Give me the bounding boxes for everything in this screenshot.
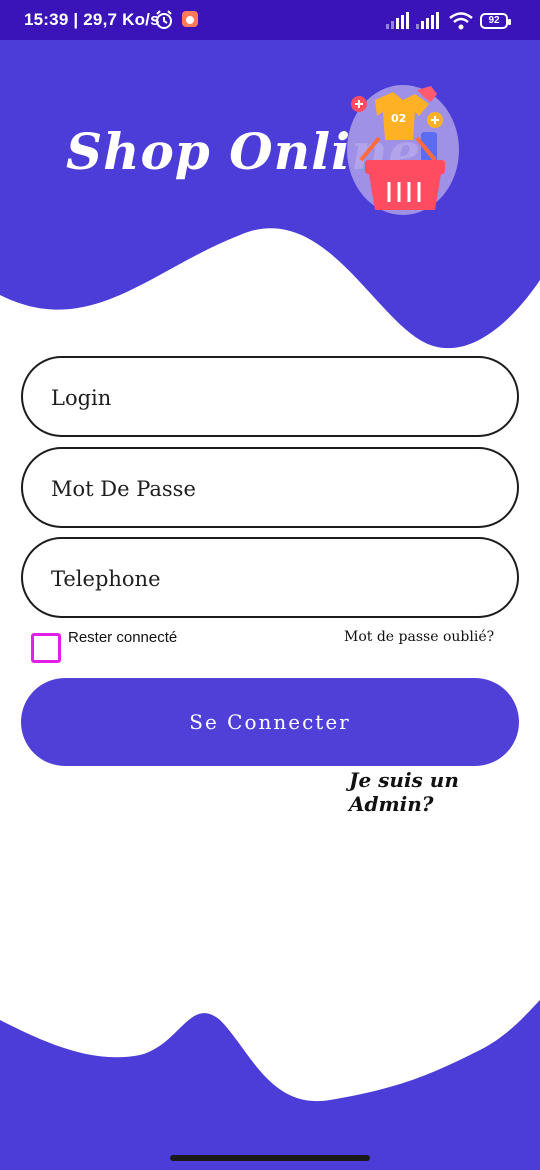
phone-field[interactable] <box>21 537 519 618</box>
password-input[interactable] <box>49 449 493 528</box>
signal-icon <box>386 12 409 29</box>
login-input[interactable] <box>49 358 493 437</box>
status-bar: 15:39 | 29,7 Ko/s 92 <box>0 0 540 40</box>
shopping-basket-icon: 02 <box>347 85 459 215</box>
login-field[interactable] <box>21 356 519 437</box>
wifi-icon <box>449 12 473 30</box>
svg-text:02: 02 <box>391 112 406 125</box>
battery-icon: 92 <box>480 13 511 29</box>
signal-icon <box>416 12 439 29</box>
phone-input[interactable] <box>49 539 493 618</box>
admin-login-link[interactable]: Je suis un Admin? <box>349 768 540 816</box>
login-button[interactable]: Se Connecter <box>21 678 519 766</box>
app-notification-icon <box>182 11 198 27</box>
status-time-speed: 15:39 | 29,7 Ko/s <box>24 10 160 29</box>
remember-label: Rester connecté <box>68 629 178 646</box>
footer-wave <box>0 1000 540 1170</box>
home-indicator[interactable] <box>170 1155 370 1161</box>
password-field[interactable] <box>21 447 519 528</box>
forgot-password-link[interactable]: Mot de passe oublié? <box>344 629 494 645</box>
remember-checkbox[interactable] <box>31 633 61 663</box>
